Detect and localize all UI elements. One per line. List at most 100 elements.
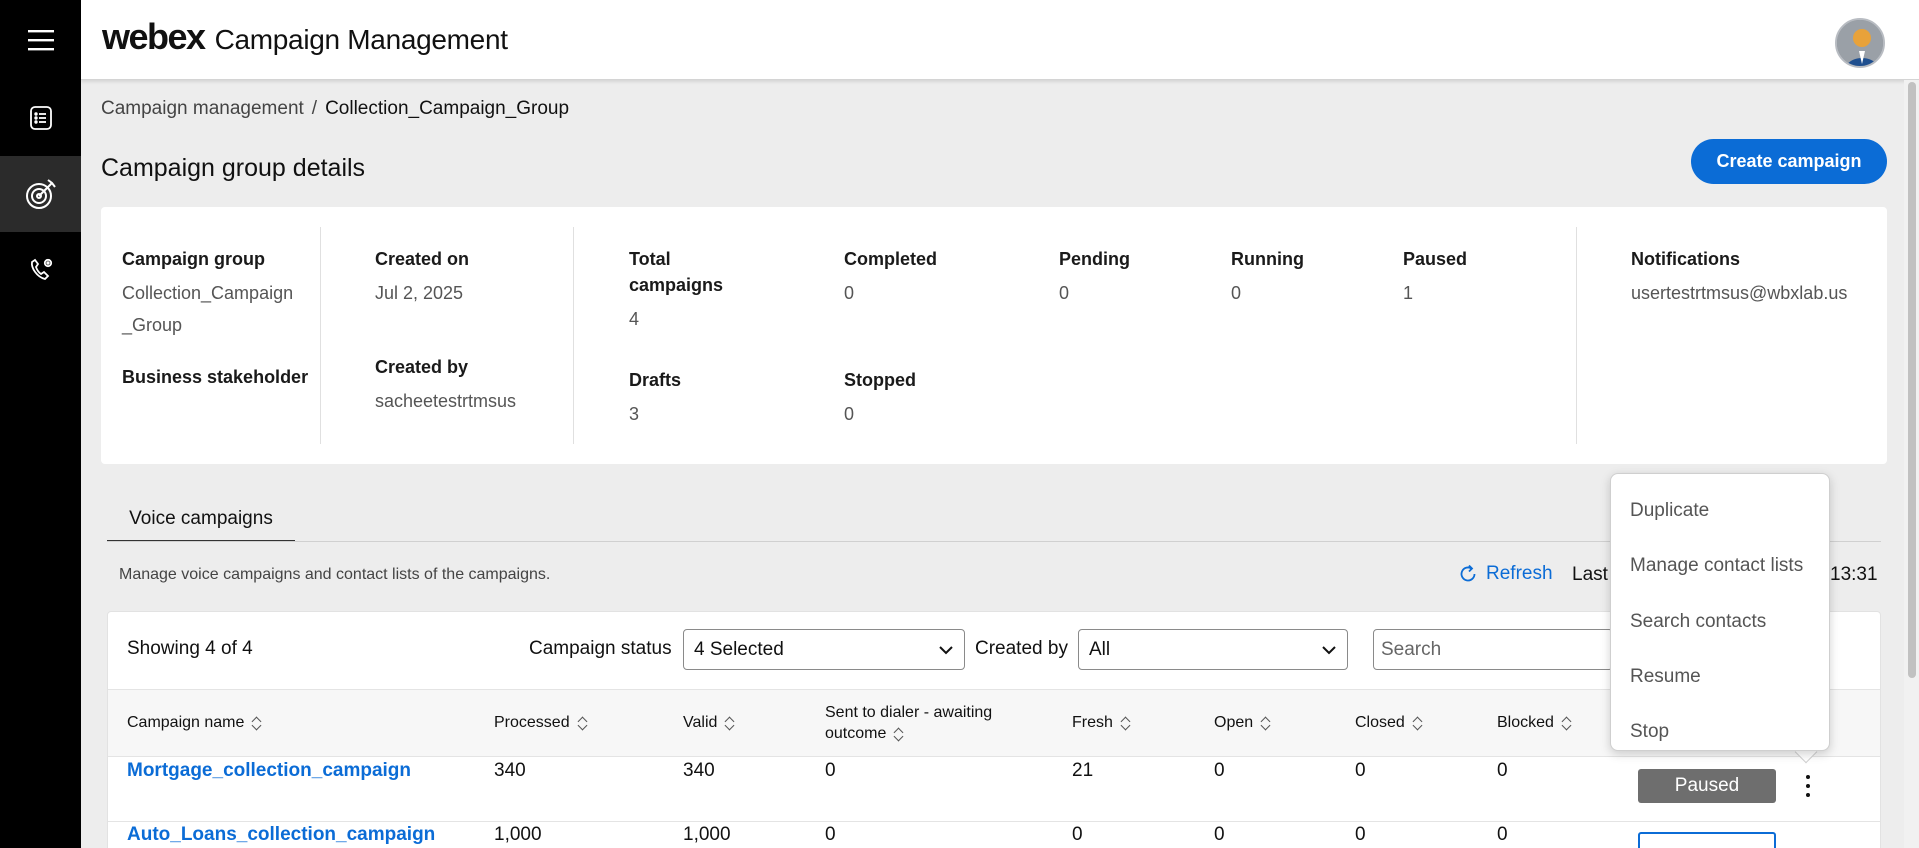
col-sent-to-dialer[interactable]: Sent to dialer - awaiting outcome	[825, 702, 992, 744]
target-icon	[25, 179, 56, 209]
running-label: Running	[1231, 249, 1304, 269]
col-closed[interactable]: Closed	[1355, 714, 1423, 732]
col-processed[interactable]: Processed	[494, 714, 588, 732]
chevron-down-icon	[939, 645, 953, 654]
divider	[320, 227, 321, 444]
left-nav-rail	[0, 0, 81, 848]
running-value: 0	[1231, 283, 1242, 303]
sort-icon	[252, 716, 262, 730]
cell-open: 0	[1214, 760, 1225, 781]
refresh-label: Refresh	[1486, 563, 1553, 584]
completed-value: 0	[844, 283, 855, 303]
sort-icon	[725, 716, 735, 730]
cell-blocked: 0	[1497, 760, 1508, 781]
campaign-group-value-cont: _Group	[122, 315, 183, 335]
nav-item-campaigns[interactable]	[0, 156, 81, 232]
col-valid[interactable]: Valid	[683, 714, 735, 732]
status-badge	[1638, 832, 1776, 848]
phone-settings-icon	[30, 258, 52, 280]
nav-item-list[interactable]	[0, 80, 81, 156]
cell-fresh: 0	[1072, 824, 1083, 845]
tab-voice-campaigns[interactable]: Voice campaigns	[107, 500, 295, 542]
paused-value: 1	[1403, 283, 1414, 303]
breadcrumb-separator: /	[311, 98, 318, 119]
col-label-cont: outcome	[825, 723, 904, 744]
menu-item-duplicate[interactable]: Duplicate	[1630, 500, 1709, 522]
status-badge: Paused	[1638, 769, 1776, 803]
row-actions-kebab-icon[interactable]	[1798, 768, 1818, 804]
scrollbar-thumb[interactable]	[1908, 82, 1916, 678]
user-avatar-icon	[1837, 20, 1883, 66]
group-details-card: Campaign group Collection_Campaign _Grou…	[101, 207, 1887, 464]
sort-icon	[1413, 716, 1423, 730]
col-fresh[interactable]: Fresh	[1072, 714, 1131, 732]
search-input[interactable]	[1373, 629, 1613, 670]
menu-item-resume[interactable]: Resume	[1630, 666, 1701, 688]
menu-item-manage-contact-lists[interactable]: Manage contact lists	[1630, 555, 1803, 577]
drafts-label: Drafts	[629, 370, 682, 390]
pending-value: 0	[1059, 283, 1070, 303]
refresh-icon	[1460, 564, 1476, 582]
notifications-label: Notifications	[1631, 249, 1741, 269]
notifications-value: usertestrtmsus@wbxlab.us	[1631, 283, 1848, 303]
created-by-filter-label: Created by	[975, 638, 1068, 659]
sort-icon	[1261, 716, 1271, 730]
list-document-icon	[29, 106, 52, 130]
col-label: Fresh	[1072, 714, 1113, 731]
paused-label: Paused	[1403, 249, 1468, 269]
menu-button[interactable]	[0, 2, 81, 78]
app-title: Campaign Management	[214, 24, 508, 55]
section-description: Manage voice campaigns and contact lists…	[119, 566, 551, 583]
divider	[573, 227, 574, 444]
refresh-button[interactable]: Refresh	[1458, 563, 1553, 585]
webex-logo: webex	[102, 16, 206, 57]
sort-icon	[578, 716, 588, 730]
top-bar: webex Campaign Management	[81, 0, 1919, 80]
cell-processed: 1,000	[494, 824, 542, 845]
created-on-value: Jul 2, 2025	[375, 283, 464, 303]
campaign-name-link[interactable]: Auto_Loans_collection_campaign	[127, 824, 435, 846]
breadcrumb-parent-link[interactable]: Campaign management	[101, 98, 304, 120]
breadcrumb-current: Collection_Campaign_Group	[325, 98, 570, 119]
campaign-status-value: 4 Selected	[694, 638, 784, 660]
last-refreshed-time: 13:31	[1830, 564, 1878, 585]
cell-closed: 0	[1355, 824, 1366, 845]
showing-count: Showing 4 of 4	[127, 638, 253, 659]
last-refreshed-label: Last	[1572, 564, 1608, 585]
sort-icon	[1121, 716, 1131, 730]
col-label: Campaign name	[127, 714, 245, 731]
divider	[1576, 227, 1577, 444]
business-stakeholder-label: Business stakeholder	[122, 367, 309, 387]
total-campaigns-label-cont: campaigns	[629, 275, 724, 295]
breadcrumb: Campaign management / Collection_Campaig…	[101, 98, 569, 120]
campaign-status-select[interactable]: 4 Selected	[683, 629, 965, 670]
created-by-select[interactable]: All	[1078, 629, 1348, 670]
cell-blocked: 0	[1497, 824, 1508, 845]
brand: webex Campaign Management	[102, 16, 508, 58]
cell-closed: 0	[1355, 760, 1366, 781]
cell-open: 0	[1214, 824, 1225, 845]
avatar[interactable]	[1835, 18, 1885, 68]
menu-item-stop[interactable]: Stop	[1630, 721, 1669, 743]
nav-item-telephony[interactable]	[0, 232, 81, 308]
col-campaign-name[interactable]: Campaign name	[127, 714, 262, 732]
sort-icon	[1562, 716, 1572, 730]
campaign-group-label: Campaign group	[122, 249, 265, 269]
col-blocked[interactable]: Blocked	[1497, 714, 1572, 732]
row-divider	[108, 821, 1880, 822]
col-label: Open	[1214, 714, 1254, 731]
stopped-value: 0	[844, 404, 855, 424]
menu-item-search-contacts[interactable]: Search contacts	[1630, 611, 1766, 633]
col-open[interactable]: Open	[1214, 714, 1271, 732]
created-by-value: sacheetestrtmsus	[375, 391, 517, 411]
cell-valid: 1,000	[683, 824, 731, 845]
campaign-name-link[interactable]: Mortgage_collection_campaign	[127, 760, 411, 782]
create-campaign-button[interactable]: Create campaign	[1691, 139, 1887, 184]
created-by-filter-value: All	[1089, 638, 1111, 660]
cell-sent: 0	[825, 824, 836, 845]
col-label: Processed	[494, 714, 570, 731]
page-title: Campaign group details	[101, 154, 366, 182]
col-label: outcome	[825, 725, 887, 742]
page-scrollbar[interactable]	[1904, 80, 1919, 848]
created-on-label: Created on	[375, 249, 470, 269]
